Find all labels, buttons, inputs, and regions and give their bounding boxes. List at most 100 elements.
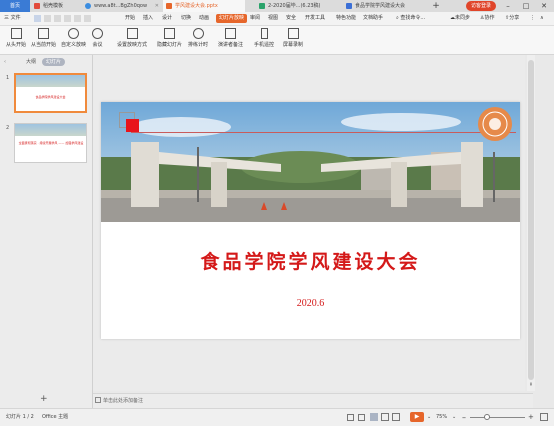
tab-label: 食品学院学风建设大会 [355, 3, 406, 9]
ribbon-label: 屏幕录制 [283, 42, 304, 48]
screen-record-button[interactable]: 屏幕录制 [283, 28, 303, 48]
menu-special[interactable]: 特色功能 [336, 12, 356, 25]
slide-number: 1 [6, 75, 10, 81]
speaker-notes-button[interactable]: 演讲者备注 [218, 28, 243, 48]
sheet-icon [259, 3, 265, 9]
redo-icon[interactable] [84, 15, 91, 22]
menu-review[interactable]: 审阅 [250, 12, 260, 25]
tab-pptx-active[interactable]: 学风建设大会.pptx [163, 0, 245, 12]
minimize-icon[interactable]: – [500, 0, 516, 12]
rehearse-timings-button[interactable]: 排练计时 [188, 28, 208, 48]
unsynced-button[interactable]: ☁未同步 [450, 12, 470, 25]
close-icon[interactable]: ✕ [155, 0, 159, 12]
notes-pane[interactable]: 单击此处添加备注 [93, 393, 533, 408]
sorter-view-icon[interactable] [381, 413, 389, 421]
format-painter-icon[interactable] [64, 15, 71, 22]
more-icon[interactable]: ⋮ [530, 12, 535, 25]
normal-view-icon[interactable] [370, 413, 378, 421]
campus-gate-photo [101, 102, 520, 222]
thumb-title: 食品学院学风建设大会 [35, 95, 66, 99]
undo-icon[interactable] [74, 15, 81, 22]
decor-line [131, 132, 516, 133]
ribbon-label: 排练计时 [188, 42, 209, 48]
ribbon: 从头开始 从当前开始 自定义放映 会议 设置放映方式 隐藏幻灯片 排练计时 演讲… [0, 26, 554, 55]
collapse-panel-icon[interactable]: ‹ [4, 59, 6, 65]
status-bar: 幻灯片 1 / 2 Office 主题 ▶ ⌄ 75% ⌄ – + [0, 408, 554, 426]
setup-show-button[interactable]: 设置放映方式 [117, 28, 147, 48]
new-tab-button[interactable]: + [430, 0, 442, 12]
search-command[interactable]: ⌕ 查找命令... [396, 12, 425, 25]
menu-home[interactable]: 开始 [125, 12, 135, 25]
zoom-slider-thumb[interactable] [484, 414, 490, 420]
menu-insert[interactable]: 插入 [143, 12, 153, 25]
slide-title[interactable]: 食品学院学风建设大会 [101, 247, 520, 274]
meeting-button[interactable]: 会议 [92, 28, 103, 48]
menu-slideshow[interactable]: 幻灯片放映 [216, 14, 248, 23]
ribbon-label: 会议 [92, 42, 103, 48]
play-from-start-icon [10, 28, 22, 39]
phone-remote-button[interactable]: 手机遥控 [254, 28, 274, 48]
menu-animation[interactable]: 动画 [199, 12, 209, 25]
print-icon[interactable] [44, 15, 51, 22]
play-current-button[interactable]: 从当前开始 [31, 28, 56, 48]
collab-button[interactable]: ♙协作 [480, 12, 495, 25]
slide-thumbnail-1[interactable]: 食品学院学风建设大会 [14, 73, 87, 113]
menu-design[interactable]: 设计 [162, 12, 172, 25]
zoom-dropdown-icon[interactable]: ⌄ [452, 409, 456, 426]
zoom-level[interactable]: 75% [436, 409, 447, 426]
play-slideshow-button[interactable]: ▶ [410, 412, 424, 422]
tab-doc2[interactable]: 2-2020届毕...(6.23稿) [256, 0, 342, 12]
close-window-icon[interactable]: ✕ [536, 0, 552, 12]
ppt-icon [166, 3, 172, 9]
tab-outline[interactable]: 大纲 [22, 58, 40, 66]
tab-slides[interactable]: 幻灯片 [42, 58, 66, 66]
tab-web[interactable]: www.a8t...BgZh0qow ✕ [82, 0, 162, 12]
reading-view-icon[interactable] [392, 413, 400, 421]
tab-label: 学风建设大会.pptx [175, 3, 218, 9]
custom-show-button[interactable]: 自定义放映 [61, 28, 86, 48]
slide-thumbnail-2[interactable]: 全面贯彻落实 · 持续开展学风 —— 加强学风建设 [14, 123, 87, 163]
scrollbar-thumb[interactable] [528, 60, 534, 380]
menu-doc-helper[interactable]: 文档助手 [363, 12, 383, 25]
login-button[interactable]: 访客登录 [466, 1, 496, 11]
menu-view[interactable]: 视图 [268, 12, 278, 25]
docer-icon [34, 3, 40, 9]
menu-transition[interactable]: 切换 [181, 12, 191, 25]
zoom-in-icon[interactable]: + [528, 409, 534, 426]
preview-icon[interactable] [54, 15, 61, 22]
play-current-icon [38, 28, 49, 39]
notes-toggle-icon[interactable] [347, 414, 354, 421]
share-button[interactable]: ⇪分享 [505, 12, 519, 25]
slide-date[interactable]: 2020.6 [101, 298, 520, 309]
add-slide-button[interactable]: + [40, 394, 48, 404]
record-icon [287, 28, 299, 39]
tab-doc3[interactable]: 食品学院学风建设大会 [343, 0, 428, 12]
play-from-start-button[interactable]: 从头开始 [6, 28, 26, 48]
ribbon-label: 从当前开始 [31, 42, 57, 48]
ribbon-label: 演讲者备注 [218, 42, 244, 48]
comment-icon[interactable] [358, 414, 365, 421]
notes-icon [95, 397, 101, 403]
collapse-ribbon-icon[interactable]: ∧ [540, 12, 544, 25]
tab-docer[interactable]: 稻壳模板 [31, 0, 81, 12]
file-menu[interactable]: 三 文件 [4, 12, 21, 25]
zoom-slider[interactable] [470, 417, 525, 418]
tab-bar: 首页 稻壳模板 www.a8t...BgZh0qow ✕ 学风建设大会.pptx… [0, 0, 554, 12]
maximize-icon[interactable]: □ [518, 0, 534, 12]
tab-home[interactable]: 首页 [0, 0, 30, 12]
setup-show-icon [126, 28, 138, 39]
play-options-icon[interactable]: ⌄ [427, 409, 431, 426]
fit-window-icon[interactable] [540, 413, 548, 421]
collab-label: 协作 [484, 15, 495, 21]
tab-home-label: 首页 [9, 3, 20, 9]
hide-slide-button[interactable]: 隐藏幻灯片 [157, 28, 182, 48]
thumb-photo [15, 124, 86, 136]
slide-canvas[interactable]: 食品学院学风建设大会 2020.6 [101, 102, 520, 339]
save-icon[interactable] [34, 15, 41, 22]
search-icon: ⌕ [396, 15, 399, 21]
zoom-out-icon[interactable]: – [462, 409, 466, 426]
prev-slide-icon[interactable]: ⇞ [527, 382, 535, 388]
search-command-label: 查找命令... [400, 15, 426, 21]
menu-developer[interactable]: 开发工具 [305, 12, 325, 25]
menu-security[interactable]: 安全 [286, 12, 296, 25]
